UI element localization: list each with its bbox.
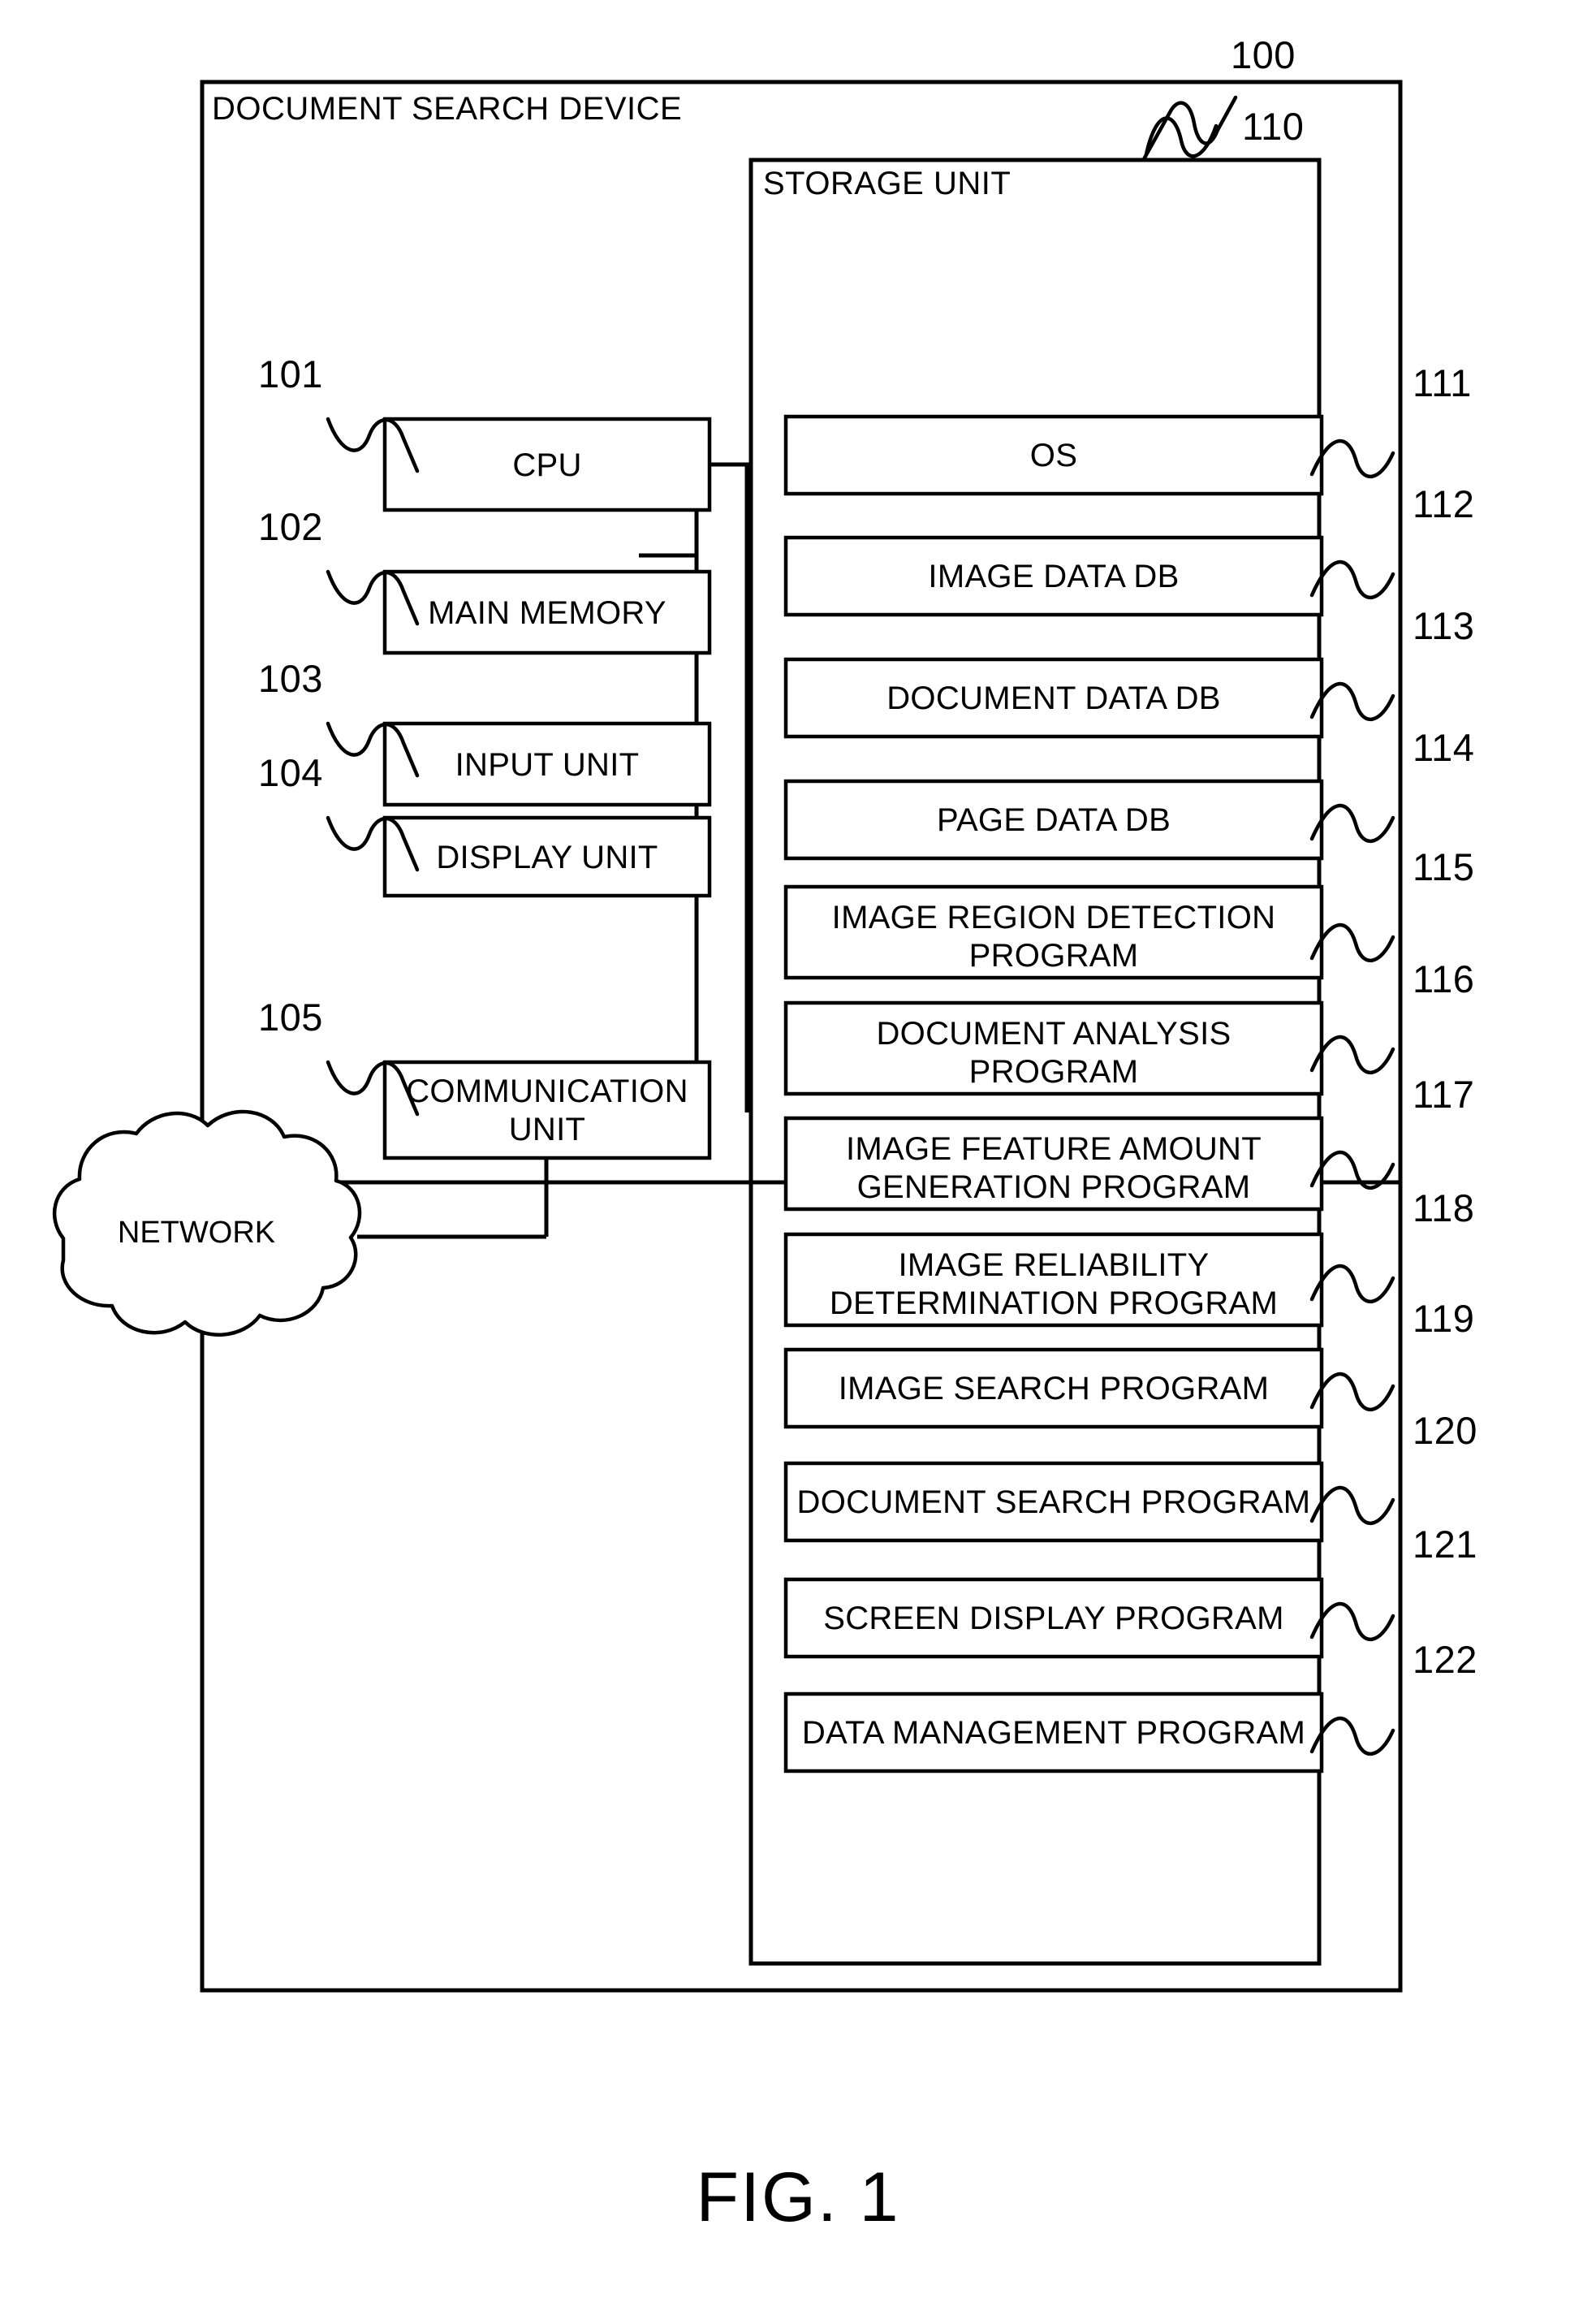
ref-103: 103 (258, 657, 323, 700)
document-data-db-label: DOCUMENT DATA DB (886, 680, 1221, 716)
leader-squiggle-120 (1309, 1485, 1395, 1525)
patent-figure-page: DOCUMENT SEARCH DEVICE 100 STORAGE UNIT … (0, 0, 1596, 2307)
page-data-db-label: PAGE DATA DB (937, 802, 1171, 838)
hardware-item-main-memory[interactable]: MAIN MEMORY 102 (258, 505, 712, 655)
leader-squiggle-112 (1309, 559, 1395, 599)
boxes-layer: CPU 101 MAIN MEMORY 102 INPUT UNIT 103 D… (258, 352, 1477, 2236)
storage-item-image-region-detection-program[interactable]: IMAGE REGION DETECTION PROGRAM 115 (783, 845, 1474, 980)
ref-118: 118 (1413, 1186, 1474, 1229)
storage-item-page-data-db[interactable]: PAGE DATA DB 114 (783, 726, 1474, 861)
communication-unit-label: COMMUNICATION (406, 1074, 688, 1109)
storage-item-screen-display-program[interactable]: SCREEN DISPLAY PROGRAM 121 (783, 1523, 1477, 1659)
image-search-program-label: IMAGE SEARCH PROGRAM (839, 1371, 1270, 1406)
storage-item-os[interactable]: OS 111 (783, 361, 1472, 496)
communication-unit-label-line2: UNIT (509, 1112, 586, 1147)
ref-115: 115 (1413, 845, 1474, 888)
display-unit-label: DISPLAY UNIT (436, 840, 658, 875)
image-reliability-determination-program-label: IMAGE RELIABILITY (899, 1247, 1210, 1283)
main-memory-label: MAIN MEMORY (428, 595, 666, 631)
storage-item-document-data-db[interactable]: DOCUMENT DATA DB 113 (783, 604, 1474, 739)
leader-squiggle-118 (1309, 1264, 1395, 1303)
image-feature-amount-generation-program-label: IMAGE FEATURE AMOUNT (846, 1131, 1262, 1167)
ref-119: 119 (1413, 1297, 1474, 1340)
ref-102: 102 (258, 505, 323, 548)
ref-117: 117 (1413, 1073, 1474, 1116)
data-management-program-label: DATA MANAGEMENT PROGRAM (802, 1715, 1305, 1751)
input-unit-label: INPUT UNIT (455, 747, 640, 783)
storage-item-image-data-db[interactable]: IMAGE DATA DB 112 (783, 482, 1474, 617)
storage-item-document-search-program[interactable]: DOCUMENT SEARCH PROGRAM 120 (783, 1409, 1477, 1543)
leader-squiggle-113 (1309, 681, 1395, 721)
leader-squiggle-122 (1309, 1716, 1395, 1756)
leader-squiggle-121 (1309, 1601, 1395, 1641)
image-reliability-determination-program-label-line2: DETERMINATION PROGRAM (830, 1285, 1278, 1321)
image-region-detection-program-label: IMAGE REGION DETECTION (832, 900, 1276, 935)
ref-121: 121 (1413, 1523, 1477, 1566)
ref-111: 111 (1413, 361, 1472, 404)
leader-squiggle-115 (1309, 922, 1395, 962)
leader-squiggle-119 (1309, 1372, 1395, 1411)
image-data-db-label: IMAGE DATA DB (928, 559, 1179, 594)
ref-105: 105 (258, 996, 323, 1039)
ref-113: 113 (1413, 604, 1474, 647)
leader-squiggle-117 (1309, 1150, 1395, 1190)
document-search-program-label: DOCUMENT SEARCH PROGRAM (797, 1484, 1311, 1520)
hardware-item-input-unit[interactable]: INPUT UNIT 103 (258, 657, 712, 807)
image-region-detection-program-label-line2: PROGRAM (969, 938, 1139, 974)
ref-101: 101 (258, 352, 323, 395)
os-label: OS (1030, 438, 1077, 473)
document-analysis-program-label: DOCUMENT ANALYSIS (876, 1016, 1231, 1052)
document-analysis-program-label-line2: PROGRAM (969, 1054, 1139, 1090)
image-feature-amount-generation-program-label-line2: GENERATION PROGRAM (857, 1169, 1251, 1205)
ref-114: 114 (1413, 726, 1474, 769)
ref-112: 112 (1413, 482, 1474, 525)
hardware-item-cpu[interactable]: CPU 101 (258, 352, 712, 512)
ref-120: 120 (1413, 1409, 1477, 1452)
leader-squiggle-111 (1309, 439, 1395, 478)
leader-squiggle-116 (1309, 1035, 1395, 1074)
ref-104: 104 (258, 751, 323, 794)
hardware-item-communication-unit[interactable]: COMMUNICATION UNIT 105 (258, 996, 712, 1160)
screen-display-program-label: SCREEN DISPLAY PROGRAM (823, 1601, 1283, 1636)
leader-squiggle-114 (1309, 803, 1395, 843)
ref-122: 122 (1413, 1638, 1477, 1681)
figure-caption: FIG. 1 (697, 2158, 900, 2236)
cpu-label: CPU (512, 447, 581, 483)
ref-116: 116 (1413, 957, 1474, 1000)
